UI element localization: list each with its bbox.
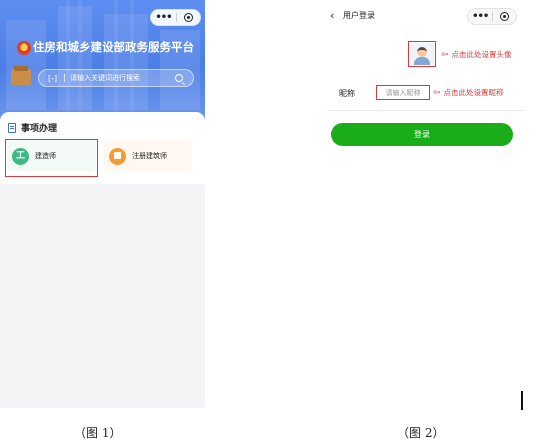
background-column	[78, 0, 82, 124]
app-title: 住房和城乡建设部政务服务平台	[33, 40, 194, 54]
figure-caption-1: （图 1）	[74, 426, 122, 440]
more-icon[interactable]: •••	[468, 9, 492, 24]
header-banner: ••• 住房和城乡建设部政务服务平台 [-] 请输入关键词进行搜索	[0, 0, 205, 124]
page-title: 用户登录	[343, 11, 375, 20]
document-icon	[8, 123, 16, 133]
search-divider	[64, 74, 65, 82]
search-bar[interactable]: [-] 请输入关键词进行搜索	[38, 69, 194, 87]
background-column	[66, 0, 70, 124]
login-button[interactable]: 登录	[331, 123, 513, 146]
search-input[interactable]: 请输入关键词进行搜索	[70, 73, 175, 83]
text-cursor	[521, 391, 523, 410]
figure-caption-2: （图 2）	[397, 426, 445, 440]
background-column	[130, 0, 134, 124]
background-building	[58, 6, 92, 110]
miniprogram-capsule: •••	[150, 9, 201, 26]
service-item-architect[interactable]: ■ 注册建筑师	[104, 141, 192, 171]
close-target-icon[interactable]	[493, 12, 516, 21]
highlight-box	[5, 139, 98, 177]
national-emblem-icon	[17, 41, 31, 55]
target-ring	[500, 12, 510, 21]
section-title: 事项办理	[21, 124, 58, 134]
page: ••• 住房和城乡建设部政务服务平台 [-] 请输入关键词进行搜索 事项办理 工	[0, 0, 550, 446]
more-icon[interactable]: •••	[151, 10, 176, 25]
back-icon[interactable]: ‹	[330, 9, 334, 22]
miniprogram-capsule: •••	[467, 8, 517, 25]
nickname-label: 昵称	[339, 89, 355, 98]
search-icon[interactable]	[175, 74, 183, 82]
user-avatar-icon[interactable]	[11, 66, 31, 85]
arrow-left-icon: ⇦	[433, 87, 441, 98]
architect-icon: ■	[109, 147, 126, 165]
screen-2-login: ‹ 用户登录 ••• ⇦ 点击此处设置头像 昵称 请输入昵称 ⇦ 点击此处设置昵…	[323, 0, 528, 408]
avatar-hint-text: 点击此处设置头像	[451, 50, 512, 59]
background-building	[104, 14, 148, 110]
nickname-hint: ⇦ 点击此处设置昵称	[433, 87, 504, 98]
arrow-left-icon: ⇦	[441, 49, 449, 60]
screen-1-home: ••• 住房和城乡建设部政务服务平台 [-] 请输入关键词进行搜索 事项办理 工	[0, 0, 205, 408]
background-column	[114, 0, 118, 124]
avatar-hint: ⇦ 点击此处设置头像	[441, 49, 512, 60]
scan-icon[interactable]: [-]	[48, 74, 62, 83]
nickname-input[interactable]: 请输入昵称	[376, 85, 430, 100]
target-dot	[503, 15, 507, 18]
close-target-icon[interactable]	[177, 13, 200, 22]
divider	[327, 110, 524, 111]
service-label: 注册建筑师	[132, 152, 167, 160]
target-dot	[186, 16, 190, 19]
nickname-hint-text: 点击此处设置昵称	[443, 88, 504, 97]
target-ring	[183, 13, 193, 22]
avatar-highlight-box	[408, 41, 436, 67]
background-building	[6, 20, 46, 110]
